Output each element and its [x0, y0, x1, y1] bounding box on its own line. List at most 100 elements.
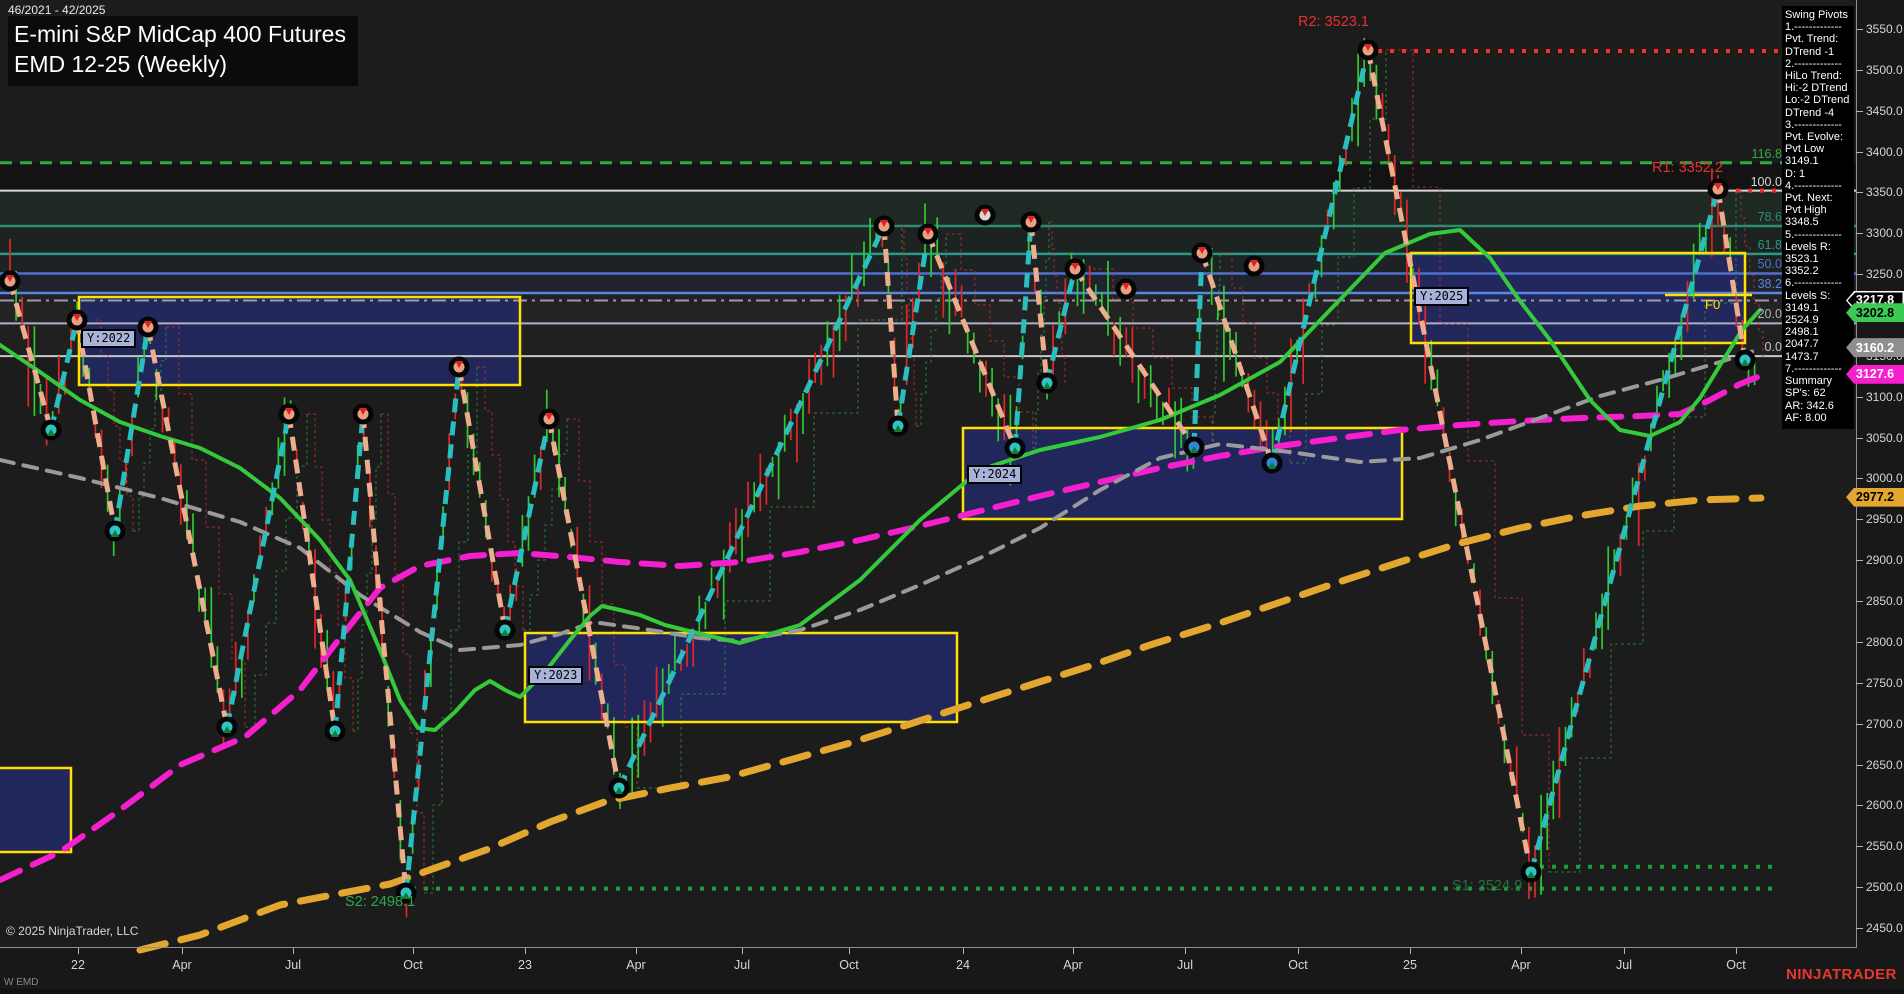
swing-pivots-panel: Swing Pivots1.-------------Pvt. Trend:DT…	[1782, 6, 1854, 429]
price-tick-label: 3550.0	[1866, 22, 1903, 36]
pivot-level-label: R1: 3352.2	[1652, 160, 1723, 176]
time-tick-label: Jul	[1163, 958, 1207, 972]
time-tick	[849, 948, 850, 954]
time-tick	[636, 948, 637, 954]
price-tick-label: 3050.0	[1866, 431, 1903, 445]
time-tick-label: 25	[1388, 958, 1432, 972]
time-tick	[1521, 948, 1522, 954]
swing-pivots-line: 5.-------------	[1782, 229, 1854, 241]
time-tick-label: Jul	[720, 958, 764, 972]
price-tick	[1856, 397, 1863, 398]
ninjatrader-window: { "header": { "date_range": "46/2021 - 4…	[0, 0, 1904, 994]
swing-pivots-line: 7.-------------	[1782, 363, 1854, 375]
f0-label: F0	[1705, 297, 1720, 312]
price-tick	[1856, 846, 1863, 847]
swing-pivots-line: 4.-------------	[1782, 180, 1854, 192]
fib-band	[0, 191, 1856, 226]
swing-pivots-line: Pvt. Evolve:	[1782, 131, 1854, 143]
swing-pivots-line: HiLo Trend:	[1782, 70, 1854, 82]
swing-pivots-line: DTrend -4	[1782, 107, 1854, 119]
time-tick	[1410, 948, 1411, 954]
year-range-label: Y:2023	[528, 666, 583, 685]
price-badge: 2977.2	[1846, 488, 1904, 507]
contract-title: EMD 12-25 (Weekly)	[14, 49, 346, 79]
swing-pivots-line: 6.-------------	[1782, 277, 1854, 289]
price-tick	[1856, 642, 1863, 643]
swing-pivots-line: Summary	[1782, 375, 1854, 387]
pivot-level-label: S1: 2524.9	[1452, 878, 1522, 894]
price-tick	[1856, 683, 1863, 684]
title-block: E-mini S&P MidCap 400 Futures EMD 12-25 …	[8, 16, 358, 86]
price-tick	[1856, 233, 1863, 234]
swing-pivots-line: DTrend -1	[1782, 46, 1854, 58]
swing-pivots-line: 3.-------------	[1782, 119, 1854, 131]
swing-pivots-line: Pvt High	[1782, 204, 1854, 216]
swing-pivots-line: Pvt. Next:	[1782, 192, 1854, 204]
time-tick	[1073, 948, 1074, 954]
pivot-level-label: S2: 2498.1	[345, 894, 415, 910]
time-tick-label: Apr	[1051, 958, 1095, 972]
price-tick	[1856, 928, 1863, 929]
price-tick-label: 2850.0	[1866, 594, 1903, 608]
price-tick-label: 3300.0	[1866, 226, 1903, 240]
price-badge-value: 3202.8	[1848, 305, 1903, 321]
time-tick-label: Apr	[1499, 958, 1543, 972]
price-tick-label: 2500.0	[1866, 880, 1903, 894]
time-tick	[1185, 948, 1186, 954]
pivot-level-label: R2: 3523.1	[1298, 14, 1369, 30]
swing-pivots-line: 3352.2	[1782, 265, 1854, 277]
swing-pivots-line: Pvt. Trend:	[1782, 33, 1854, 45]
swing-pivots-line: D: 1	[1782, 168, 1854, 180]
swing-pivots-line: 3348.5	[1782, 216, 1854, 228]
price-tick	[1856, 29, 1863, 30]
swing-pivots-line: 2.-------------	[1782, 58, 1854, 70]
price-badge-value: 3160.2	[1848, 340, 1903, 356]
price-tick	[1856, 438, 1863, 439]
swing-pivots-line: Swing Pivots	[1782, 9, 1854, 21]
swing-pivots-line: AR: 342.6	[1782, 400, 1854, 412]
date-range: 46/2021 - 42/2025	[8, 3, 105, 17]
time-tick	[78, 948, 79, 954]
price-tick-label: 3350.0	[1866, 185, 1903, 199]
price-tick	[1856, 519, 1863, 520]
price-tick	[1856, 70, 1863, 71]
year-range-box	[0, 768, 71, 852]
price-tick	[1856, 560, 1863, 561]
swing-pivots-line: Hi:-2 DTrend	[1782, 82, 1854, 94]
fib-band	[0, 163, 1856, 191]
price-tick	[1856, 111, 1863, 112]
time-tick-label: Apr	[614, 958, 658, 972]
time-tick-label: Apr	[160, 958, 204, 972]
price-tick-label: 2600.0	[1866, 798, 1903, 812]
time-tick-label: Jul	[1602, 958, 1646, 972]
price-tick	[1856, 765, 1863, 766]
price-tick-label: 2750.0	[1866, 676, 1903, 690]
year-range-label: Y:2025	[1414, 287, 1469, 306]
chart-canvas[interactable]	[0, 0, 1904, 994]
price-tick-label: 3500.0	[1866, 63, 1903, 77]
bottom-strip	[0, 989, 1904, 994]
price-tick	[1856, 601, 1863, 602]
time-tick-label: Oct	[1714, 958, 1758, 972]
time-tick	[963, 948, 964, 954]
time-tick-label: Oct	[1276, 958, 1320, 972]
price-tick	[1856, 152, 1863, 153]
swing-pivots-line: SP's: 62	[1782, 387, 1854, 399]
price-tick-label: 2800.0	[1866, 635, 1903, 649]
price-badge: 3202.8	[1846, 303, 1904, 322]
price-badge: 3127.6	[1846, 365, 1904, 384]
swing-pivots-line: 2524.9	[1782, 314, 1854, 326]
time-tick	[1624, 948, 1625, 954]
time-tick	[1736, 948, 1737, 954]
price-badge-value: 3127.6	[1848, 366, 1903, 382]
swing-pivots-line: Levels S:	[1782, 290, 1854, 302]
price-tick	[1856, 887, 1863, 888]
time-tick-label: Oct	[827, 958, 871, 972]
copyright-text: © 2025 NinjaTrader, LLC	[6, 924, 138, 938]
time-axis-line	[0, 947, 1857, 948]
time-tick	[182, 948, 183, 954]
year-range-box	[963, 428, 1402, 519]
swing-pivots-line: AF: 8.00	[1782, 412, 1854, 424]
time-tick-label: 23	[503, 958, 547, 972]
time-tick	[525, 948, 526, 954]
